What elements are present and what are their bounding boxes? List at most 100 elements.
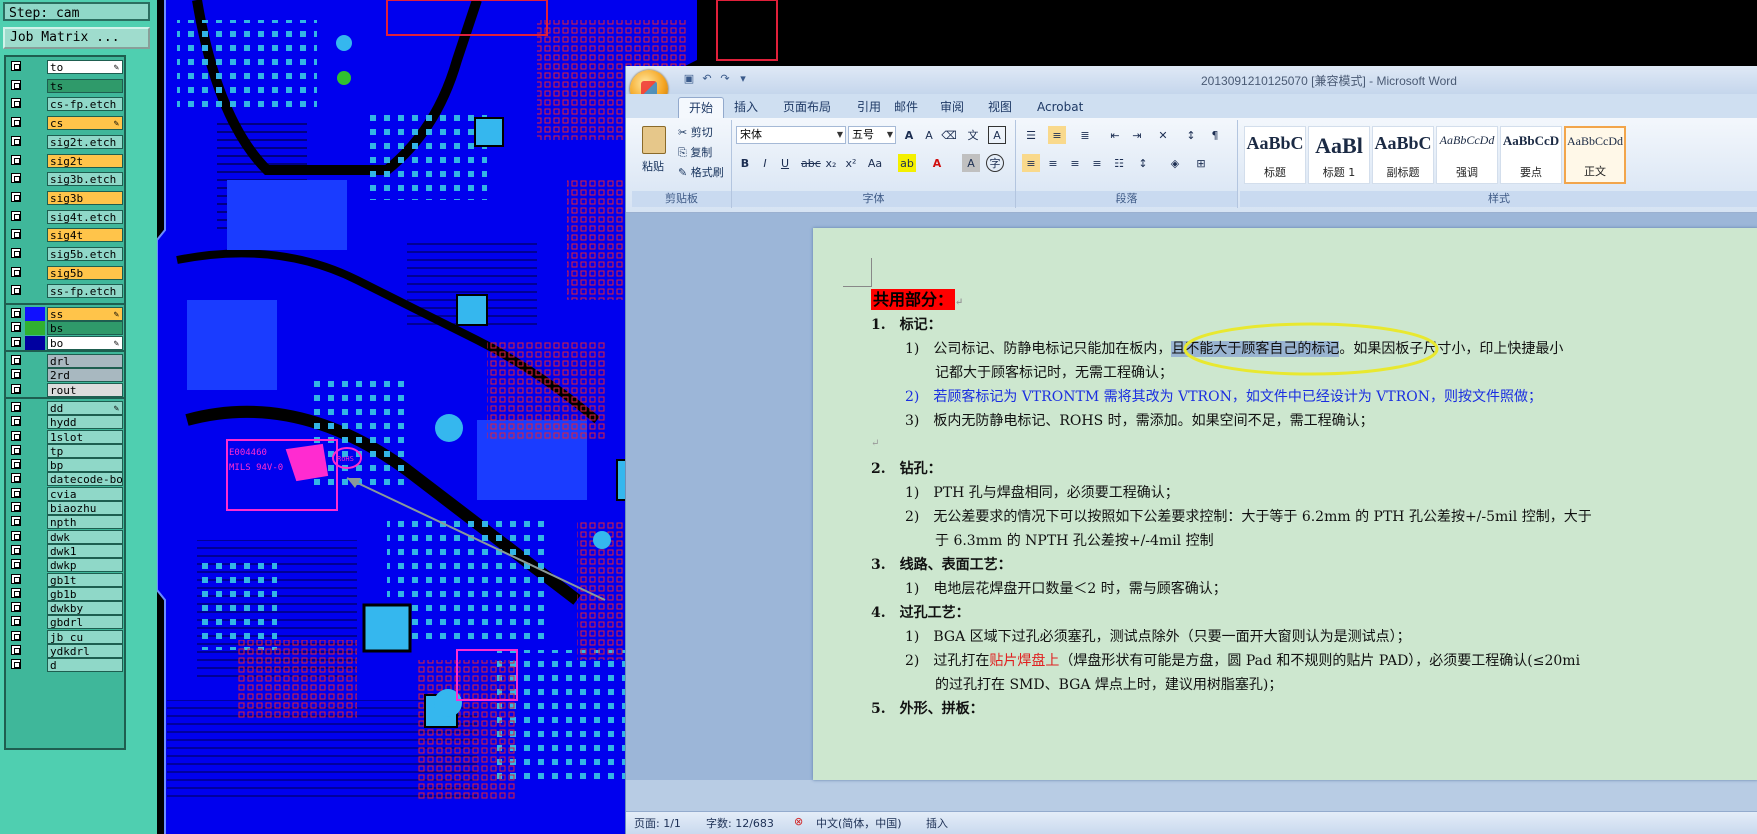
layer-color-swatch[interactable]: [25, 429, 45, 444]
layer-row-gb1b[interactable]: gb1b: [9, 586, 123, 601]
layer-checkbox[interactable]: [11, 530, 21, 541]
layer-color-swatch[interactable]: [25, 134, 45, 149]
layer-row-sig3b.etch[interactable]: sig3b.etch: [9, 172, 123, 187]
layer-checkbox[interactable]: [11, 135, 21, 146]
layer-name[interactable]: dwkby: [47, 601, 123, 616]
layer-checkbox[interactable]: [11, 502, 21, 512]
layer-checkbox[interactable]: [11, 487, 21, 498]
layer-row-dwkp[interactable]: dwkp: [9, 558, 123, 573]
layer-name[interactable]: hydd: [47, 415, 123, 430]
layer-row-tp[interactable]: tp: [9, 443, 123, 458]
highlight-button[interactable]: ab: [898, 154, 916, 172]
layer-checkbox[interactable]: [11, 630, 21, 641]
layer-checkbox[interactable]: [11, 659, 21, 670]
layer-checkbox[interactable]: [11, 544, 21, 555]
numbering-icon[interactable]: ≡: [1048, 126, 1066, 144]
tab-acrobat[interactable]: Acrobat: [1027, 97, 1093, 118]
strikethrough-button[interactable]: abc: [800, 154, 821, 172]
layer-color-swatch[interactable]: [25, 601, 45, 616]
layer-row-bs[interactable]: bs: [9, 321, 123, 336]
layer-row-sig4t[interactable]: sig4t: [9, 228, 123, 243]
proofing-icon[interactable]: ⊗: [794, 815, 803, 828]
layer-name[interactable]: sig5b.etch: [47, 247, 123, 261]
cut-button[interactable]: ✂ 剪切: [678, 124, 713, 142]
layer-color-swatch[interactable]: [25, 472, 45, 487]
layer-row-1slot[interactable]: 1slot: [9, 429, 123, 444]
paste-button[interactable]: 粘贴: [636, 124, 670, 186]
layer-color-swatch[interactable]: [25, 400, 45, 415]
layer-checkbox[interactable]: [11, 559, 21, 570]
layer-checkbox[interactable]: [11, 154, 21, 165]
shading-icon[interactable]: ◈: [1166, 154, 1184, 172]
subscript-button[interactable]: x₂: [822, 154, 840, 172]
layer-name[interactable]: sig4t.etch: [47, 209, 123, 224]
layer-name[interactable]: datecode-bo: [47, 472, 123, 487]
layer-checkbox[interactable]: [11, 401, 21, 412]
layer-color-swatch[interactable]: [25, 265, 45, 280]
layer-name[interactable]: sig3b.etch: [47, 172, 123, 187]
layer-row-dwk[interactable]: dwk: [9, 529, 123, 544]
layer-name[interactable]: cs-fp.etch: [47, 97, 123, 112]
layer-checkbox[interactable]: [11, 573, 21, 584]
layer-color-swatch[interactable]: [25, 658, 45, 673]
chinese-layout-icon[interactable]: ✕: [1154, 126, 1172, 144]
layer-row-dwk1[interactable]: dwk1: [9, 543, 123, 558]
layer-row-sig2t[interactable]: sig2t: [9, 153, 123, 168]
layer-row-cvia[interactable]: cvia: [9, 486, 123, 501]
layer-name[interactable]: bp: [47, 458, 123, 473]
undo-icon[interactable]: ↶: [700, 72, 714, 86]
layer-color-swatch[interactable]: [25, 629, 45, 644]
layer-name[interactable]: dwkp: [47, 558, 123, 573]
style-card-5[interactable]: AaBbCcDd 正文: [1564, 126, 1626, 184]
layer-checkbox[interactable]: [11, 191, 21, 202]
char-border-button[interactable]: A: [988, 126, 1006, 144]
style-card-4[interactable]: AaBbCcD 要点: [1500, 126, 1562, 184]
enclose-char-button[interactable]: 字: [986, 154, 1004, 172]
font-color-button[interactable]: A: [928, 154, 946, 172]
increase-indent-icon[interactable]: ⇥: [1128, 126, 1146, 144]
sort-icon[interactable]: ↕: [1182, 126, 1200, 144]
layer-checkbox[interactable]: [11, 61, 21, 71]
layer-name[interactable]: cvia: [47, 486, 123, 501]
layer-color-swatch[interactable]: [25, 529, 45, 544]
layer-color-swatch[interactable]: [25, 321, 45, 336]
distributed-icon[interactable]: ☷: [1110, 154, 1128, 172]
layer-name[interactable]: sig2t: [47, 153, 123, 168]
layer-checkbox[interactable]: [11, 285, 21, 296]
layer-checkbox[interactable]: [11, 616, 21, 627]
layer-color-swatch[interactable]: [25, 190, 45, 205]
document-area[interactable]: 共用部分： ↵ 1. 标记： 1) 公司标记、防静电标记只能加在板内，且不能大于顾…: [626, 213, 1757, 780]
layer-color-swatch[interactable]: [25, 78, 45, 93]
layer-color-swatch[interactable]: [25, 354, 45, 368]
layer-name[interactable]: ss-fp.etch: [47, 284, 123, 299]
layer-checkbox[interactable]: [11, 602, 21, 613]
layer-color-swatch[interactable]: [25, 335, 45, 350]
layer-name[interactable]: ts: [47, 78, 123, 93]
layer-checkbox[interactable]: [11, 444, 21, 455]
layer-color-swatch[interactable]: [25, 209, 45, 224]
layer-name[interactable]: to ✎: [47, 60, 123, 74]
layer-row-biaozhu[interactable]: biaozhu: [9, 501, 123, 515]
layer-color-swatch[interactable]: [25, 307, 45, 322]
layer-row-dd[interactable]: dd ✎: [9, 400, 123, 415]
layer-color-swatch[interactable]: [25, 172, 45, 187]
show-marks-icon[interactable]: ¶: [1206, 126, 1224, 144]
font-size-combo[interactable]: 五号 ▼: [848, 126, 896, 144]
layer-color-swatch[interactable]: [25, 153, 45, 168]
layer-checkbox[interactable]: [11, 79, 21, 90]
style-card-0[interactable]: AaBbC 标题: [1244, 126, 1306, 184]
style-card-3[interactable]: AaBbCcDd 强调: [1436, 126, 1498, 184]
layer-name[interactable]: gb1b: [47, 586, 123, 601]
layer-checkbox[interactable]: [11, 173, 21, 184]
redo-icon[interactable]: ↷: [718, 72, 732, 86]
layer-color-swatch[interactable]: [25, 97, 45, 112]
layer-checkbox[interactable]: [11, 229, 21, 240]
layer-color-swatch[interactable]: [25, 415, 45, 430]
layer-row-ydkdrl[interactable]: ydkdrl: [9, 644, 123, 658]
layer-row-sig5b[interactable]: sig5b: [9, 265, 123, 280]
layer-row-jb_cu[interactable]: jb_cu: [9, 629, 123, 644]
save-icon[interactable]: ▣: [682, 72, 696, 86]
format-painter-button[interactable]: ✎ 格式刷: [678, 164, 724, 182]
layer-color-swatch[interactable]: [25, 486, 45, 501]
layer-name[interactable]: sig5b: [47, 265, 123, 280]
